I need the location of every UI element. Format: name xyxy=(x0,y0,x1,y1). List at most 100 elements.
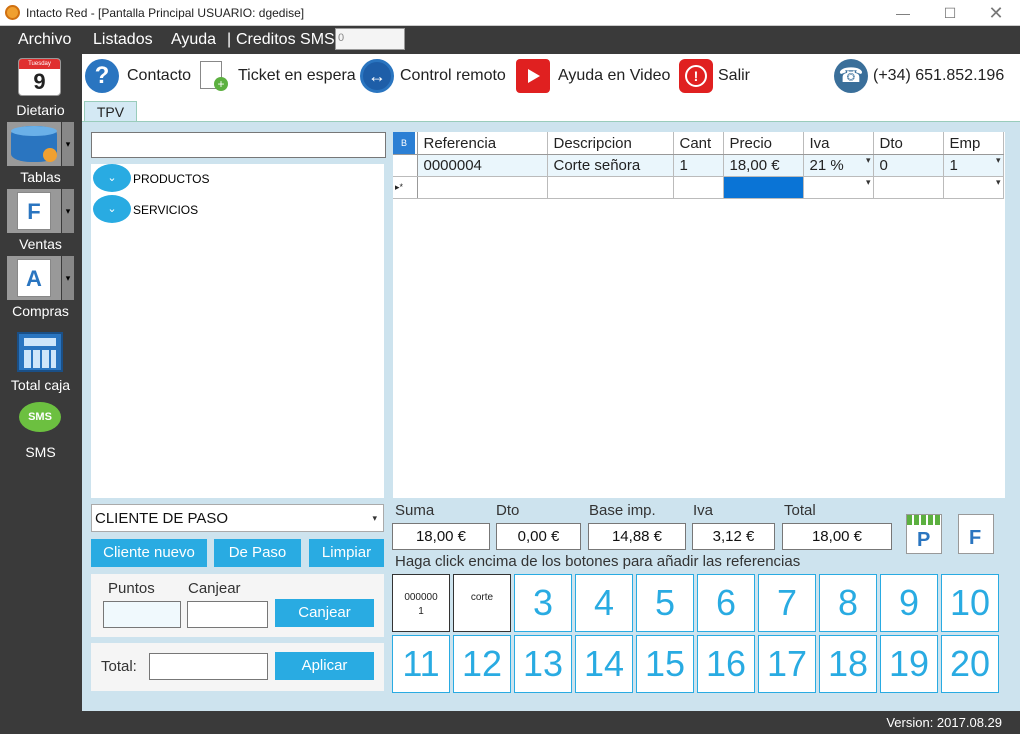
reference-key-9[interactable]: 9 xyxy=(880,574,938,632)
help-icon: ? xyxy=(85,59,119,93)
reference-key-5[interactable]: 5 xyxy=(636,574,694,632)
cell-emp[interactable]: 1 ▾ xyxy=(943,154,1004,177)
reference-key-14[interactable]: 14 xyxy=(575,635,633,693)
reference-key-8[interactable]: 8 xyxy=(819,574,877,632)
tab-tpv[interactable]: TPV xyxy=(84,101,137,122)
chevron-down-icon[interactable]: ▾ xyxy=(996,155,1001,166)
puntos-field[interactable] xyxy=(103,601,181,628)
window-title: Intacto Red - [Pantalla Principal USUARI… xyxy=(26,6,305,20)
reference-key-16[interactable]: 16 xyxy=(697,635,755,693)
toolbar: ? Contacto + Ticket en espera ↔ Control … xyxy=(82,54,1020,98)
de-paso-button[interactable]: De Paso xyxy=(214,539,301,567)
cell-iva[interactable]: 21 % ▾ xyxy=(803,154,874,177)
product-search-input[interactable] xyxy=(91,132,386,158)
table-row-new[interactable]: ▸* ▾ ▾ xyxy=(393,176,1004,199)
cell-precio[interactable]: 18,00 € xyxy=(723,154,804,177)
contacto-button[interactable]: ? Contacto xyxy=(85,59,195,93)
reference-key-13[interactable]: 13 xyxy=(514,635,572,693)
total-field[interactable] xyxy=(149,653,268,680)
cell-descripcion[interactable] xyxy=(547,176,674,199)
canjear-button[interactable]: Canjear xyxy=(275,599,374,627)
suma-value: 18,00 € xyxy=(392,523,490,550)
total-label: Total: xyxy=(101,658,137,675)
youtube-icon xyxy=(516,59,550,93)
chevron-down-icon: ⌄ xyxy=(93,195,131,223)
reference-key-11[interactable]: 11 xyxy=(392,635,450,693)
items-grid: B Referencia Descripcion Cant Precio Iva… xyxy=(393,132,1005,498)
version-label: Version: 2017.08.29 xyxy=(886,715,1002,730)
tablas-dropdown-arrow[interactable]: ▾ xyxy=(62,122,74,166)
chevron-down-icon[interactable]: ▾ xyxy=(866,155,871,166)
reference-key-7[interactable]: 7 xyxy=(758,574,816,632)
cell-iva[interactable]: ▾ xyxy=(803,176,874,199)
col-descripcion[interactable]: Descripcion xyxy=(547,132,674,155)
tpv-panel: ⌄ PRODUCTOS ⌄ SERVICIOS B Referencia Des… xyxy=(82,121,1020,711)
table-row[interactable]: 0000004 Corte señora 1 18,00 € 21 % ▾ 0 1… xyxy=(393,154,1004,177)
menu-ayuda[interactable]: Ayuda xyxy=(171,31,216,49)
canjear-field[interactable] xyxy=(187,601,268,628)
cell-referencia[interactable]: 0000004 xyxy=(417,154,548,177)
chevron-down-icon[interactable]: ▾ xyxy=(996,177,1001,188)
cell-emp[interactable]: ▾ xyxy=(943,176,1004,199)
cell-dto[interactable] xyxy=(873,176,944,199)
menu-archivo[interactable]: Archivo xyxy=(18,31,71,49)
reference-key-19[interactable]: 19 xyxy=(880,635,938,693)
reference-key-3[interactable]: 3 xyxy=(514,574,572,632)
print-invoice-button[interactable]: F xyxy=(958,514,994,554)
cell-dto[interactable]: 0 xyxy=(873,154,944,177)
maximize-button[interactable]: ☐ xyxy=(935,3,965,23)
control-remoto-button[interactable]: ↔ Control remoto xyxy=(360,59,510,93)
iva-label: Iva xyxy=(693,502,714,519)
document-icon: A xyxy=(7,256,61,300)
database-icon xyxy=(7,122,61,166)
col-dto[interactable]: Dto xyxy=(873,132,944,155)
col-precio[interactable]: Precio xyxy=(723,132,804,155)
cell-descripcion[interactable]: Corte señora xyxy=(547,154,674,177)
grid-header-row: B Referencia Descripcion Cant Precio Iva… xyxy=(393,132,1004,155)
hint-text: Haga click encima de los botones para añ… xyxy=(395,553,801,570)
col-referencia[interactable]: Referencia xyxy=(417,132,548,155)
col-emp[interactable]: Emp xyxy=(943,132,1004,155)
cliente-nuevo-button[interactable]: Cliente nuevo xyxy=(91,539,207,567)
close-button[interactable]: ✕ xyxy=(981,3,1011,23)
exit-icon: ! xyxy=(679,59,713,93)
cell-cant[interactable]: 1 xyxy=(673,154,724,177)
row-header[interactable] xyxy=(393,154,418,177)
suma-label: Suma xyxy=(395,502,435,519)
grid-corner[interactable]: B xyxy=(393,132,418,155)
canjear-label: Canjear xyxy=(188,580,241,597)
col-cant[interactable]: Cant xyxy=(673,132,724,155)
ticket-en-espera-button[interactable]: + Ticket en espera xyxy=(196,59,356,93)
ayuda-en-video-button[interactable]: Ayuda en Video xyxy=(516,59,676,93)
customer-select[interactable]: CLIENTE DE PASO ▾ xyxy=(91,504,384,532)
reference-key-18[interactable]: 18 xyxy=(819,635,877,693)
base-label: Base imp. xyxy=(589,502,656,519)
reference-key-17[interactable]: 17 xyxy=(758,635,816,693)
limpiar-button[interactable]: Limpiar xyxy=(309,539,384,567)
chevron-down-icon[interactable]: ▾ xyxy=(372,513,377,524)
invoice-f-icon: F xyxy=(969,527,982,549)
menu-listados[interactable]: Listados xyxy=(93,31,153,49)
cell-cant[interactable] xyxy=(673,176,724,199)
salir-button[interactable]: ! Salir xyxy=(679,59,759,93)
reference-key-12[interactable]: 12 xyxy=(453,635,511,693)
compras-dropdown-arrow[interactable]: ▾ xyxy=(62,256,74,300)
aplicar-button[interactable]: Aplicar xyxy=(275,652,374,680)
reference-key-2[interactable]: corte xyxy=(453,574,511,632)
chevron-down-icon[interactable]: ▾ xyxy=(866,177,871,188)
tab-strip: TPV xyxy=(82,98,1020,122)
col-iva[interactable]: Iva xyxy=(803,132,874,155)
reference-key-4[interactable]: 4 xyxy=(575,574,633,632)
cell-referencia[interactable] xyxy=(417,176,548,199)
print-ticket-button[interactable]: P xyxy=(906,514,942,554)
reference-key-10[interactable]: 10 xyxy=(941,574,999,632)
reference-key-1[interactable]: 000000 1 xyxy=(392,574,450,632)
reference-key-6[interactable]: 6 xyxy=(697,574,755,632)
cell-precio-selected[interactable] xyxy=(723,176,804,199)
base-value: 14,88 € xyxy=(588,523,686,550)
reference-key-15[interactable]: 15 xyxy=(636,635,694,693)
creditos-sms-field[interactable]: 0 xyxy=(335,28,405,50)
ventas-dropdown-arrow[interactable]: ▾ xyxy=(62,189,74,233)
minimize-button[interactable]: — xyxy=(888,3,918,23)
reference-key-20[interactable]: 20 xyxy=(941,635,999,693)
